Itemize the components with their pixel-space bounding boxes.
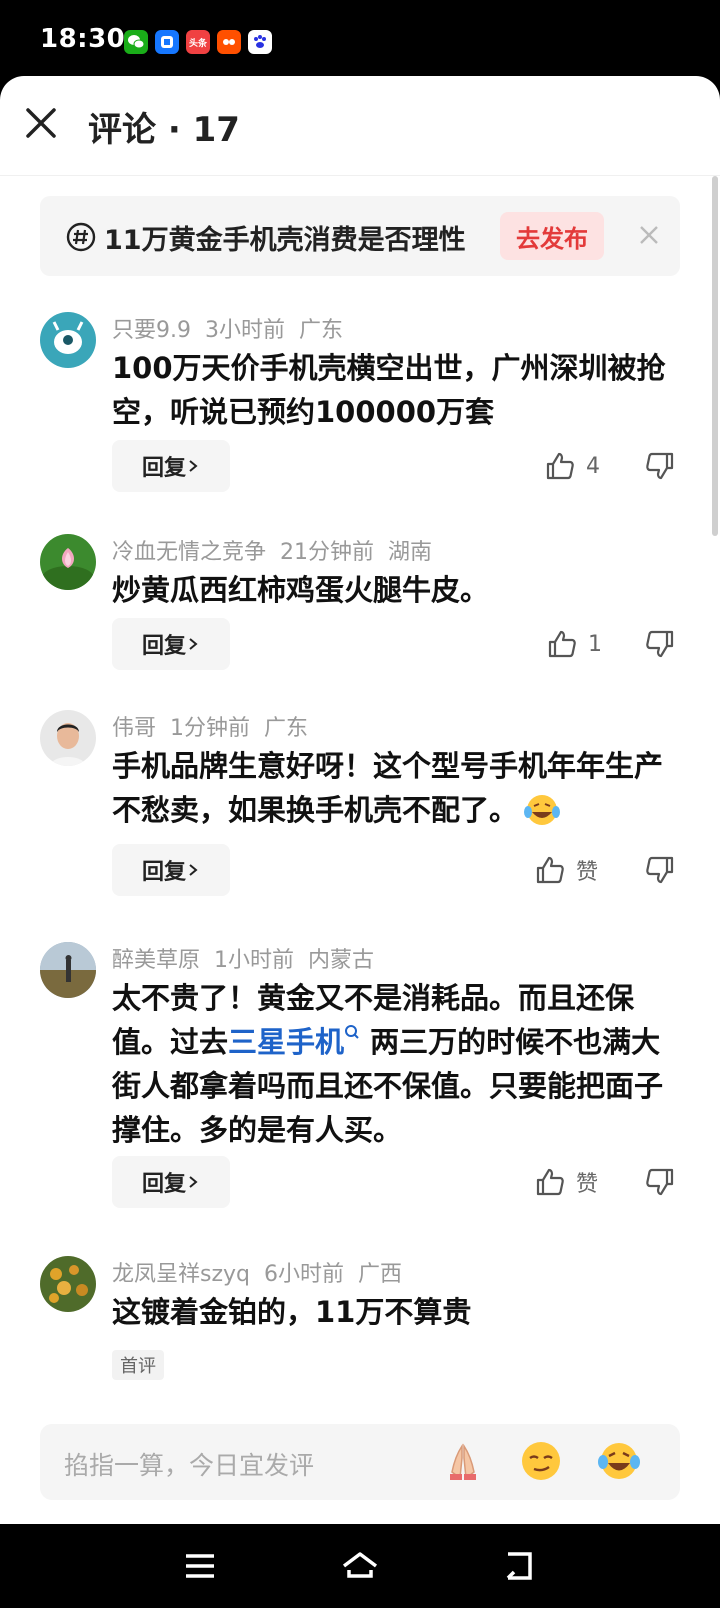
comment-text: 手机品牌生意好呀！这个型号手机年年生产不愁卖，如果换手机壳不配了。: [112, 744, 672, 832]
topic-text: 11万黄金手机壳消费是否理性: [104, 225, 466, 256]
comment-meta: 冷血无情之竞争 21分钟前 湖南: [112, 534, 446, 566]
search-link[interactable]: 三星手机: [228, 1025, 344, 1059]
reply-label: 回复: [141, 1172, 186, 1197]
comment-user[interactable]: 冷血无情之竞争: [112, 540, 266, 565]
scrollbar[interactable]: [712, 176, 718, 536]
avatar[interactable]: [40, 534, 96, 590]
comment-time: 21分钟前: [280, 540, 375, 565]
like-label: 赞: [576, 1172, 599, 1197]
reply-button[interactable]: 回复: [112, 440, 230, 492]
comment-time: 6小时前: [264, 1262, 344, 1287]
topic-banner[interactable]: 11万黄金手机壳消费是否理性 去发布: [40, 196, 680, 276]
avatar[interactable]: [40, 312, 96, 368]
comment-region: 内蒙古: [308, 948, 375, 973]
comment-time: 3小时前: [205, 318, 285, 343]
close-icon[interactable]: [24, 106, 58, 140]
thumbs-up-icon: [546, 452, 574, 480]
thumbs-down-icon[interactable]: [644, 450, 676, 482]
dismiss-topic-icon[interactable]: [636, 222, 662, 248]
laughing-tears-emoji-icon[interactable]: [596, 1438, 642, 1484]
comment-time: 1小时前: [214, 948, 295, 973]
comment-text: 这镀着金铂的，11万不算贵: [112, 1295, 472, 1329]
chevron-right-icon: [189, 460, 198, 472]
thumbs-up-icon: [536, 1168, 564, 1196]
reply-button[interactable]: 回复: [112, 618, 230, 670]
page-title: 评论 · 17: [88, 110, 240, 150]
comments-header: 评论 · 17: [0, 76, 720, 176]
reply-label: 回复: [141, 456, 186, 481]
praying-hands-emoji-icon[interactable]: [440, 1438, 486, 1484]
thumbs-down-icon[interactable]: [644, 854, 676, 886]
publish-button[interactable]: 去发布: [500, 212, 604, 260]
thumbs-down-icon[interactable]: [644, 1166, 676, 1198]
comment-user[interactable]: 只要9.9: [112, 318, 191, 343]
menu-icon[interactable]: [180, 1546, 220, 1586]
thumbs-down-icon[interactable]: [644, 628, 676, 660]
reply-button[interactable]: 回复: [112, 844, 230, 896]
comment-region: 湖南: [388, 540, 433, 565]
status-time: 18:30: [40, 24, 126, 54]
reply-label: 回复: [141, 634, 186, 659]
laughing-tears-emoji-icon: [524, 795, 561, 825]
comment-time: 1分钟前: [170, 716, 251, 741]
comment-text: 炒黄瓜西红柿鸡蛋火腿牛皮。: [112, 573, 490, 607]
back-icon[interactable]: [500, 1546, 540, 1586]
wechat-icon: [124, 30, 148, 54]
comment-input-bar[interactable]: 掐指一算，今日宜发评: [40, 1424, 680, 1500]
reply-label: 回复: [141, 860, 186, 885]
comment-text-content: 手机品牌生意好呀！这个型号手机年年生产不愁卖，如果换手机壳不配了。: [112, 749, 664, 827]
like-button[interactable]: 赞: [534, 1166, 598, 1198]
comment-region: 广东: [264, 716, 309, 741]
like-button[interactable]: 1: [546, 628, 602, 660]
home-icon[interactable]: [340, 1546, 380, 1586]
chevron-right-icon: [189, 1176, 198, 1188]
comment-region: 广东: [299, 318, 344, 343]
reply-button[interactable]: 回复: [112, 1156, 230, 1208]
like-count: 1: [588, 631, 602, 657]
comment-user[interactable]: 龙凤呈祥szyq: [112, 1262, 250, 1287]
comment-region: 广西: [358, 1262, 403, 1287]
first-comment-badge: 首评: [112, 1350, 164, 1380]
comments-sheet: 评论 · 17 11万黄金手机壳消费是否理性 去发布 只要9.9 3小时前 广东 1…: [0, 76, 720, 1524]
thumbs-up-icon: [548, 630, 576, 658]
comment-user[interactable]: 醉美草原: [112, 948, 200, 973]
avatar[interactable]: [40, 710, 96, 766]
like-button[interactable]: 4: [544, 450, 600, 482]
like-button[interactable]: 赞: [534, 854, 598, 886]
like-count: 4: [586, 453, 600, 479]
like-label: 赞: [576, 860, 599, 885]
taobao-icon: [217, 30, 241, 54]
comment-meta: 醉美草原 1小时前 内蒙古: [112, 942, 388, 974]
avatar[interactable]: [40, 1256, 96, 1312]
hashtag-icon: [66, 222, 96, 252]
smirk-emoji-icon[interactable]: [518, 1438, 564, 1484]
notification-icons: 头条: [124, 30, 272, 54]
comment-user[interactable]: 伟哥: [112, 716, 156, 741]
comment-text: 太不贵了！黄金又不是消耗品。而且还保值。过去三星手机 两三万的时候不也满大街人都…: [112, 976, 672, 1152]
blue-app-icon: [155, 30, 179, 54]
baidu-icon: [248, 30, 272, 54]
comment-input-placeholder[interactable]: 掐指一算，今日宜发评: [64, 1446, 314, 1482]
system-nav-bar: [0, 1524, 720, 1608]
comment-text: 100万天价手机壳横空出世，广州深圳被抢空，听说已预约100000万套: [112, 351, 666, 429]
comment-meta: 龙凤呈祥szyq 6小时前 广西: [112, 1256, 416, 1288]
avatar[interactable]: [40, 942, 96, 998]
chevron-right-icon: [189, 864, 198, 876]
status-bar: 18:30 头条: [0, 0, 720, 80]
toutiao-icon: 头条: [186, 30, 210, 54]
comment-meta: 只要9.9 3小时前 广东: [112, 312, 357, 344]
chevron-right-icon: [189, 638, 198, 650]
thumbs-up-icon: [536, 856, 564, 884]
search-icon[interactable]: [344, 1024, 360, 1042]
comment-meta: 伟哥 1分钟前 广东: [112, 710, 322, 742]
